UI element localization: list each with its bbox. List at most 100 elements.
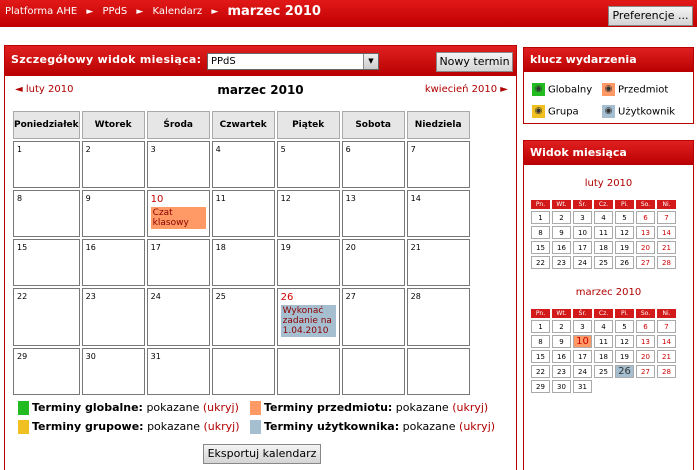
day-number[interactable]: 31 [151,352,206,361]
mini-day-cell[interactable]: 22 [531,256,550,269]
key-user[interactable]: ◉ Użytkownik [602,105,675,118]
mini-day-cell[interactable]: 9 [552,335,571,348]
calendar-day-cell[interactable]: 11 [211,190,275,237]
day-number[interactable]: 2 [86,145,141,154]
calendar-day-cell[interactable]: 30 [81,348,145,395]
calendar-day-cell[interactable]: 19 [276,239,340,286]
calendar-day-cell[interactable]: 16 [81,239,145,286]
mini-day-cell[interactable]: 5 [615,211,634,224]
mini-day-cell[interactable]: 23 [552,365,571,378]
key-global[interactable]: ◉ Globalny [532,83,592,96]
calendar-day-cell[interactable]: 17 [146,239,210,286]
breadcrumb-home[interactable]: Platforma AHE [5,6,77,17]
mini-day-cell[interactable]: 19 [615,241,634,254]
day-number[interactable]: 13 [346,194,401,203]
mini-day-cell[interactable]: 18 [594,350,613,363]
mini-day-cell[interactable]: 12 [615,226,634,239]
mini-day-cell[interactable]: 20 [636,241,655,254]
calendar-day-cell[interactable]: 3 [146,141,210,188]
mini-day-cell[interactable]: 3 [573,320,592,333]
mini-day-cell[interactable]: 16 [552,350,571,363]
day-number[interactable]: 27 [346,292,401,301]
mini-day-cell[interactable]: 13 [636,335,655,348]
calendar-day-cell[interactable]: 7 [406,141,470,188]
mini-day-cell[interactable]: 7 [657,211,676,224]
mini-day-cell[interactable]: 16 [552,241,571,254]
calendar-day-cell[interactable]: 25 [211,288,275,346]
mini-day-cell[interactable]: 11 [594,226,613,239]
day-number[interactable]: 17 [151,243,206,252]
calendar-day-cell[interactable]: 6 [341,141,405,188]
mini-day-cell[interactable]: 18 [594,241,613,254]
mini-day-cell[interactable]: 27 [636,365,655,378]
day-number[interactable]: 14 [411,194,466,203]
mini-day-cell[interactable]: 11 [594,335,613,348]
mini-day-cell[interactable]: 10 [573,335,592,348]
day-number[interactable]: 15 [17,243,76,252]
mini-day-cell[interactable]: 24 [573,365,592,378]
mini-day-cell[interactable]: 20 [636,350,655,363]
day-number[interactable]: 4 [216,145,271,154]
mini-day-cell[interactable]: 14 [657,335,676,348]
calendar-day-cell[interactable]: 27 [341,288,405,346]
calendar-event[interactable]: Wykonać zadanie na 1.04.2010 [280,305,336,337]
mini-day-cell[interactable]: 4 [594,320,613,333]
eye-icon[interactable]: ◉ [602,105,615,118]
next-month-link[interactable]: kwiecień 2010 ► [425,84,508,95]
mini-day-cell[interactable]: 19 [615,350,634,363]
mini-day-cell[interactable]: 30 [552,380,571,393]
mini-day-cell[interactable]: 7 [657,320,676,333]
day-number[interactable]: 12 [281,194,336,203]
day-number[interactable]: 20 [346,243,401,252]
mini-day-cell[interactable]: 25 [594,256,613,269]
mini-day-cell[interactable]: 25 [594,365,613,378]
legend-group-hide-link[interactable]: (ukryj) [203,420,239,433]
eye-icon[interactable]: ◉ [532,105,545,118]
mini-day-cell[interactable]: 14 [657,226,676,239]
mini-day-cell[interactable]: 2 [552,211,571,224]
calendar-event[interactable]: Czat klasowy [150,207,206,229]
key-course[interactable]: ◉ Przedmiot [602,83,668,96]
day-number[interactable]: 8 [17,194,76,203]
calendar-day-cell[interactable]: 20 [341,239,405,286]
day-number[interactable]: 24 [151,292,206,301]
day-number[interactable]: 1 [17,145,76,154]
day-number[interactable]: 22 [17,292,76,301]
mini-day-cell[interactable]: 2 [552,320,571,333]
calendar-day-cell[interactable]: 21 [406,239,470,286]
calendar-day-cell[interactable]: 1 [13,141,80,188]
mini-day-cell[interactable]: 26 [615,365,634,378]
mini-day-cell[interactable]: 21 [657,241,676,254]
new-event-button[interactable]: Nowy termin [436,52,513,72]
mini-day-cell[interactable]: 5 [615,320,634,333]
mini-day-cell[interactable]: 15 [531,350,550,363]
preferences-button[interactable]: Preferencje ... [608,6,693,26]
mini-day-cell[interactable]: 23 [552,256,571,269]
calendar-day-cell[interactable]: 5 [276,141,340,188]
calendar-day-cell[interactable]: 14 [406,190,470,237]
day-number[interactable]: 25 [216,292,271,301]
legend-global-hide-link[interactable]: (ukryj) [203,401,239,414]
mini-day-cell[interactable]: 1 [531,320,550,333]
day-number[interactable]: 28 [411,292,466,301]
calendar-day-cell[interactable]: 18 [211,239,275,286]
day-number[interactable]: 6 [346,145,401,154]
mini-day-cell[interactable]: 17 [573,241,592,254]
day-number[interactable]: 3 [151,145,206,154]
calendar-day-cell[interactable]: 4 [211,141,275,188]
mini-day-cell[interactable]: 9 [552,226,571,239]
breadcrumb-course[interactable]: PPdS [102,6,127,17]
mini-day-cell[interactable]: 12 [615,335,634,348]
export-calendar-button[interactable]: Eksportuj kalendarz [203,444,321,464]
calendar-day-cell[interactable]: 29 [13,348,80,395]
calendar-day-cell[interactable]: 13 [341,190,405,237]
day-number[interactable]: 10 [151,194,206,205]
calendar-day-cell[interactable]: 26 Wykonać zadanie na 1.04.2010 [276,288,340,346]
course-select[interactable]: PPdS ▼ [207,53,379,70]
mini-day-cell[interactable]: 15 [531,241,550,254]
calendar-day-cell[interactable]: 28 [406,288,470,346]
dropdown-arrow-icon[interactable]: ▼ [363,54,378,69]
mini-day-cell[interactable]: 8 [531,335,550,348]
mini-day-cell[interactable]: 6 [636,320,655,333]
calendar-day-cell[interactable]: 9 [81,190,145,237]
